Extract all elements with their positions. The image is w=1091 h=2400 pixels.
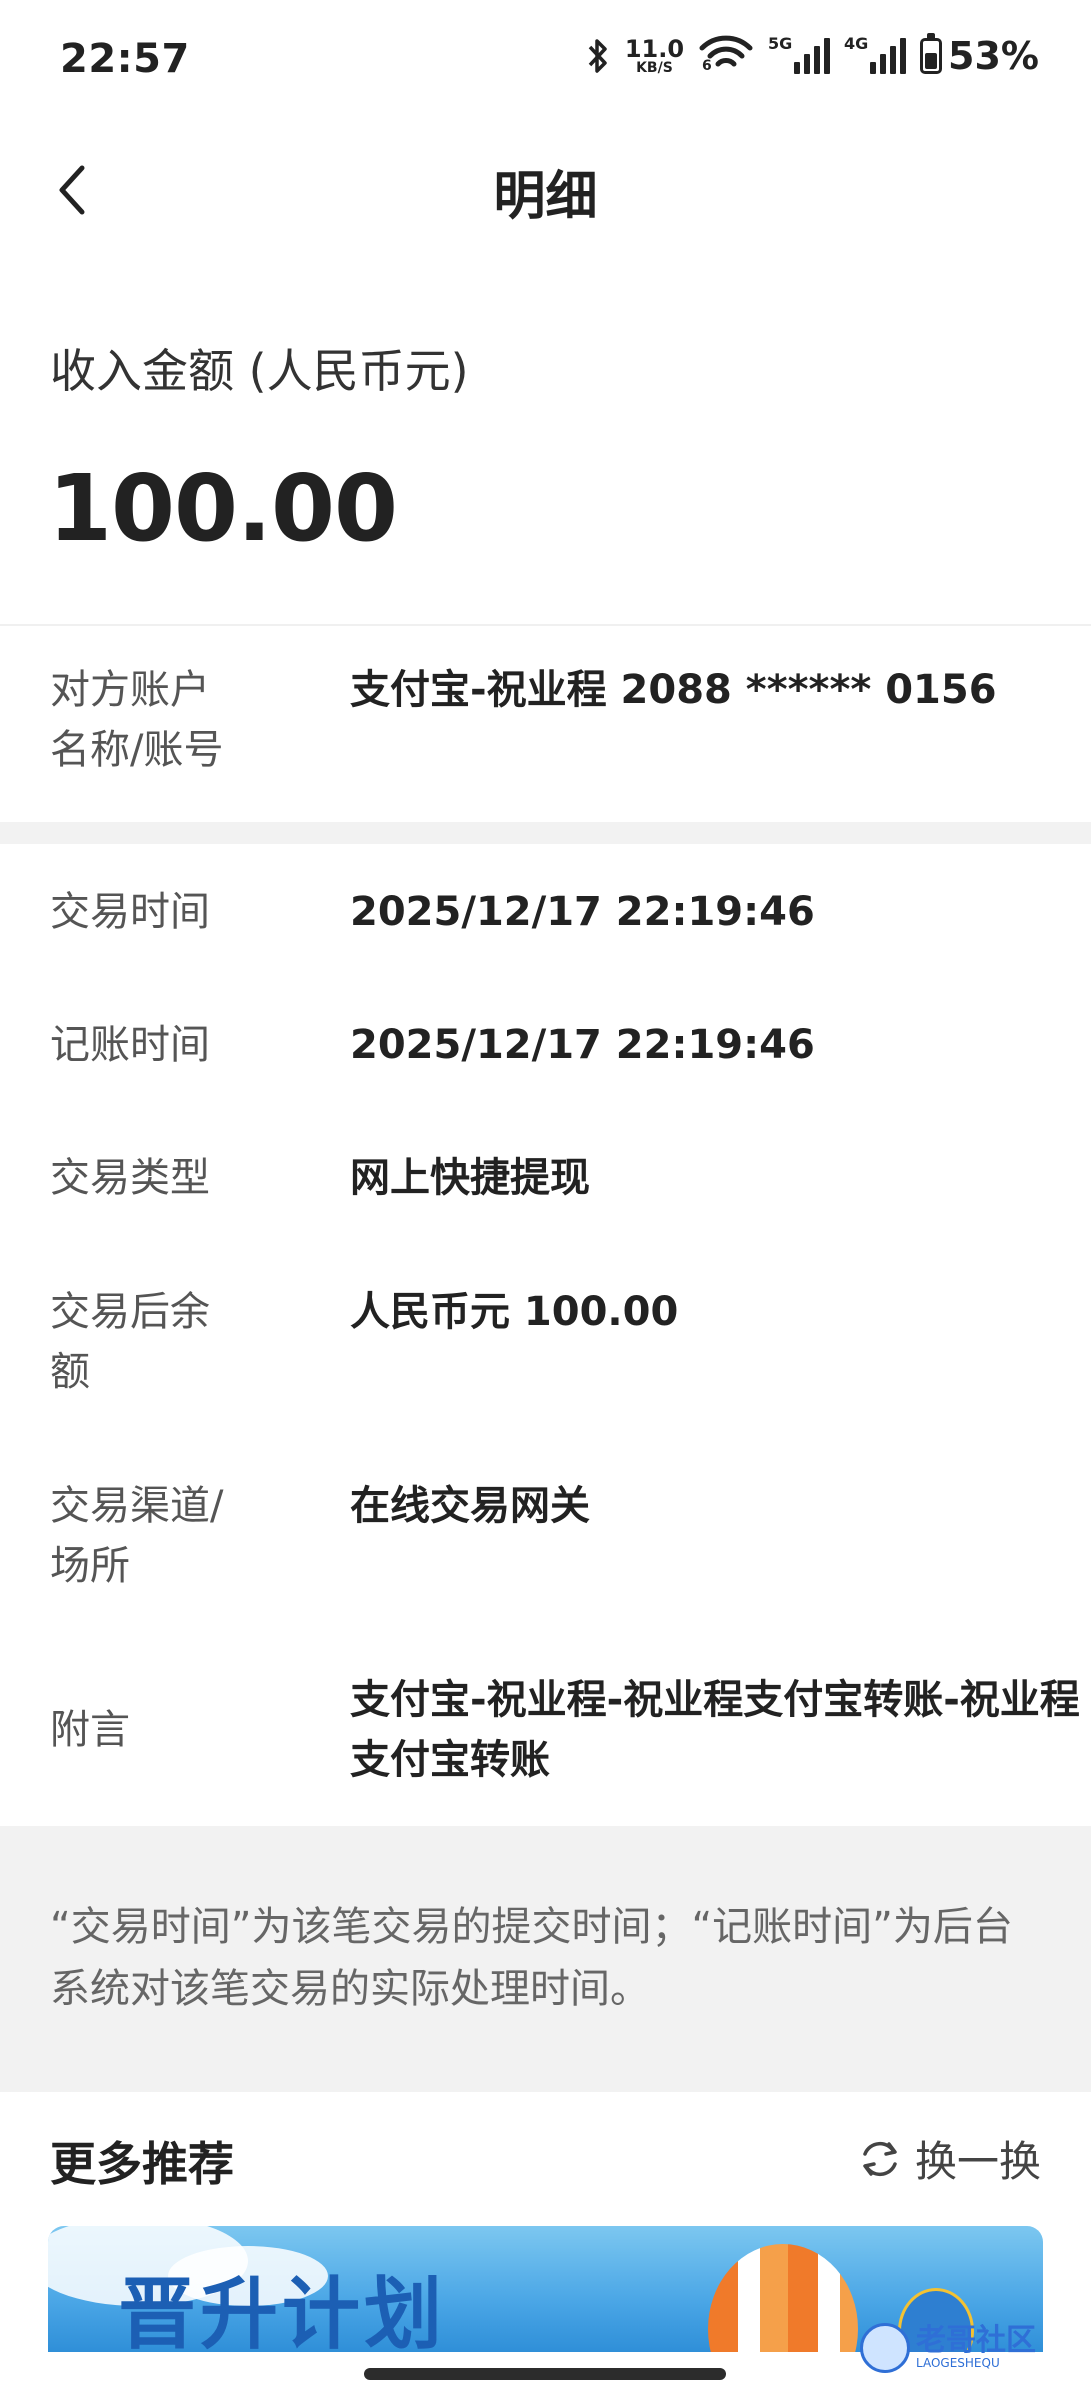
- watermark-text: 老哥社区: [916, 2323, 1036, 2358]
- battery-icon: [920, 33, 943, 74]
- banner-text: 晋升计划: [118, 2270, 447, 2352]
- amount-value: 100.00: [48, 455, 398, 562]
- battery-percent: 53%: [948, 34, 1039, 78]
- amount-label: 收入金额 (人民币元): [50, 344, 469, 398]
- status-time: 22:57: [60, 36, 190, 82]
- refresh-button[interactable]: 换一换: [857, 2128, 1041, 2189]
- detail-label: 交易类型: [50, 1155, 210, 1201]
- note-text: “交易时间”为该笔交易的提交时间；“记账时间”为后台系统对该笔交易的实际处理时间…: [50, 1904, 1013, 2012]
- watermark-sub: LAOGESHEQU: [916, 2356, 1000, 2370]
- signal-5g-tag: 5G: [768, 34, 793, 53]
- detail-label: 交易渠道/ 场所: [50, 1483, 224, 1589]
- wifi-icon: 6: [698, 34, 754, 78]
- detail-label: 记账时间: [50, 1022, 210, 1068]
- bluetooth-icon: [588, 39, 607, 73]
- detail-label: 交易时间: [50, 889, 210, 935]
- status-icons: 11.0 KB/S 6 5G 4G 53%: [585, 33, 1039, 78]
- signal-5g-icon: 5G: [768, 34, 831, 74]
- battery-fill: [925, 53, 938, 69]
- network-speed-unit: KB/S: [636, 60, 673, 76]
- page-title: 明细: [493, 167, 598, 227]
- detail-value: 2025/12/17 22:19:46: [350, 889, 815, 935]
- network-speed: 11.0 KB/S: [625, 37, 684, 75]
- detail-value: 2025/12/17 22:19:46: [350, 1022, 815, 1068]
- watermark: 老哥社区 LAOGESHEQU: [860, 2318, 1080, 2378]
- signal-4g-icon: 4G: [844, 34, 907, 74]
- section-gap: [0, 822, 1091, 844]
- watermark-logo: [860, 2323, 910, 2373]
- nav-bar: 明细: [0, 130, 1091, 250]
- signal-4g-tag: 4G: [844, 34, 869, 53]
- status-bar: 22:57 11.0 KB/S 6 5G 4G 53%: [0, 0, 1091, 120]
- note-box: “交易时间”为该笔交易的提交时间；“记账时间”为后台系统对该笔交易的实际处理时间…: [0, 1826, 1091, 2092]
- detail-value: 人民币元 100.00: [350, 1289, 679, 1335]
- counterparty-value: 支付宝-祝业程 2088 ****** 0156: [350, 667, 997, 713]
- refresh-label: 换一换: [914, 2137, 1041, 2186]
- balloon-image: [708, 2244, 858, 2352]
- network-speed-value: 11.0: [624, 35, 685, 63]
- detail-label: 交易后余 额: [50, 1289, 210, 1395]
- detail-value: 支付宝-祝业程-祝业程支付宝转账-祝业程支付宝转账: [350, 1677, 1080, 1783]
- watermark-text-block: 老哥社区 LAOGESHEQU: [916, 2323, 1036, 2371]
- detail-value: 网上快捷提现: [350, 1155, 590, 1201]
- divider: [0, 624, 1091, 626]
- detail-label: 附言: [50, 1707, 130, 1753]
- more-title: 更多推荐: [50, 2137, 234, 2191]
- refresh-icon: [863, 2141, 897, 2176]
- counterparty-label: 对方账户 名称/账号: [50, 667, 224, 773]
- wifi-tag: 6: [702, 58, 712, 74]
- detail-value: 在线交易网关: [350, 1483, 590, 1529]
- home-indicator[interactable]: [364, 2368, 726, 2380]
- battery-indicator: 53%: [920, 33, 1039, 78]
